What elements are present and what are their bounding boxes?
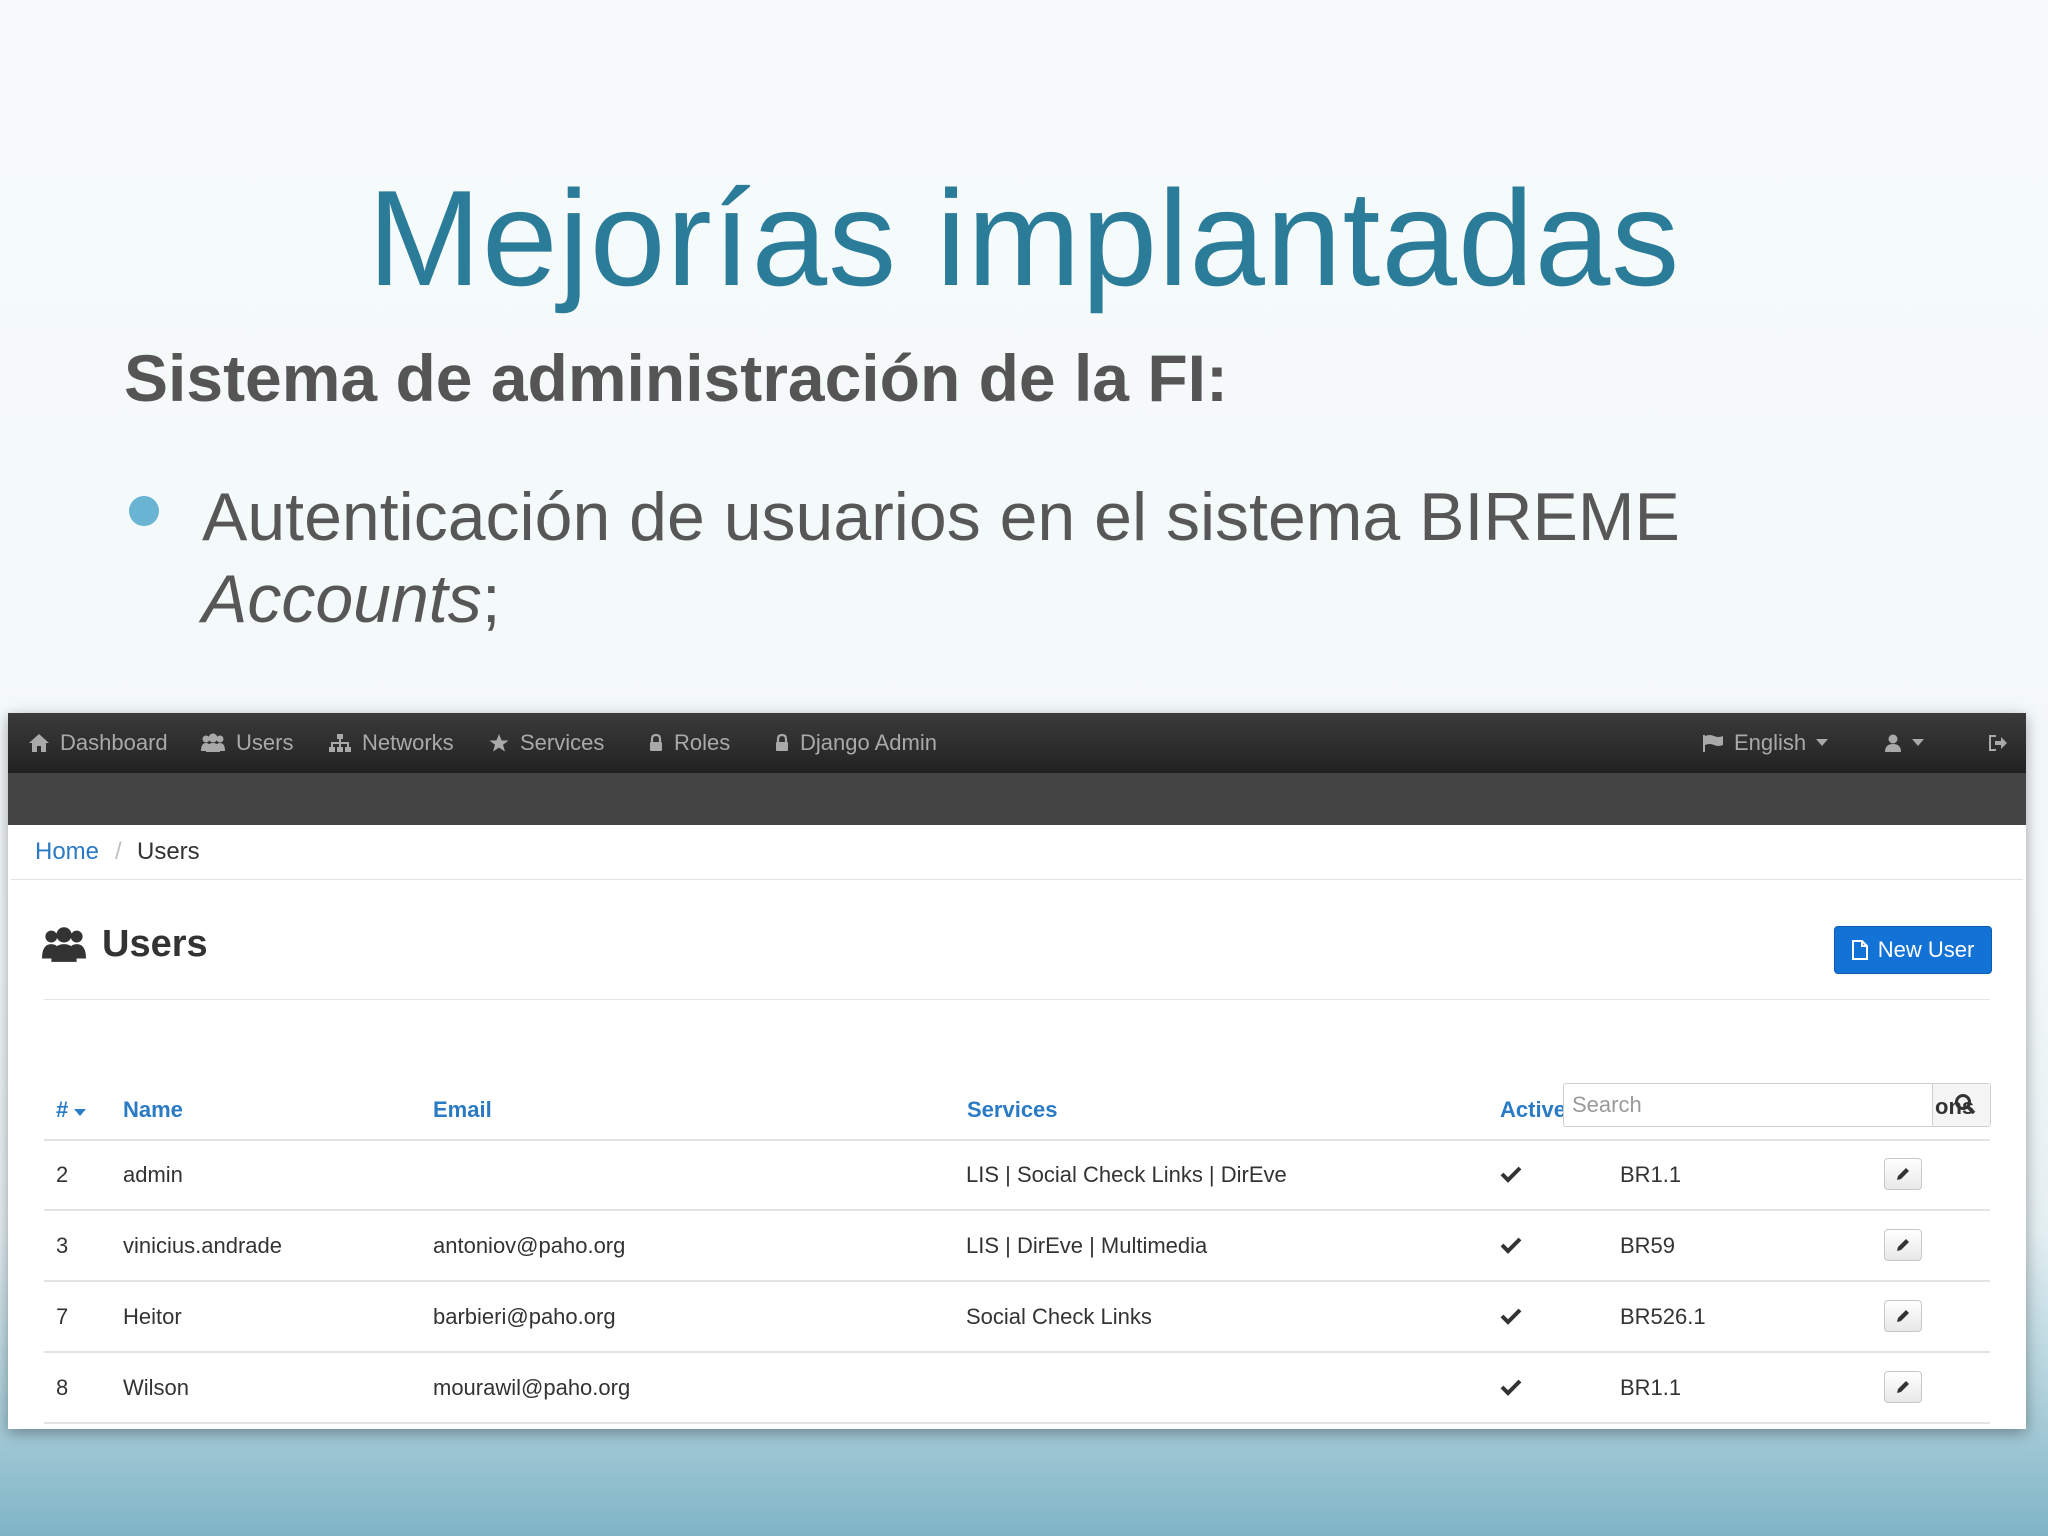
cell-name: vinicius.andrade xyxy=(123,1233,282,1258)
caret-down-icon xyxy=(1816,739,1829,746)
col-header-services[interactable]: Services xyxy=(967,1097,1058,1123)
col-header-active[interactable]: Active xyxy=(1500,1097,1566,1123)
edit-button[interactable] xyxy=(1884,1158,1922,1190)
check-icon xyxy=(1500,1237,1522,1254)
flag-icon xyxy=(1703,735,1723,752)
nav-dashboard-label: Dashboard xyxy=(60,730,168,755)
breadcrumb: Home / Users xyxy=(11,825,2023,880)
slide-subtitle: Sistema de administración de la FI: xyxy=(124,341,1228,415)
cell-cc: BR526.1 xyxy=(1620,1304,1706,1329)
breadcrumb-current: Users xyxy=(137,838,200,865)
row-divider xyxy=(44,1422,1990,1424)
language-dropdown[interactable]: English xyxy=(1702,713,1829,773)
nav-django-admin[interactable]: Django Admin xyxy=(774,713,937,773)
file-icon xyxy=(1851,940,1868,960)
check-icon xyxy=(1500,1308,1522,1325)
cell-name: admin xyxy=(123,1162,183,1187)
pencil-icon xyxy=(1897,1168,1909,1180)
cell-services: Social Check Links xyxy=(966,1304,1152,1329)
breadcrumb-separator: / xyxy=(115,838,122,865)
table-header-divider xyxy=(44,1139,1990,1141)
cell-id: 2 xyxy=(56,1162,69,1187)
col-header-email[interactable]: Email xyxy=(433,1097,492,1123)
breadcrumb-home-link[interactable]: Home xyxy=(35,838,99,866)
user-icon xyxy=(1885,734,1901,752)
pencil-icon xyxy=(1897,1310,1909,1322)
search-button[interactable]: ons xyxy=(1932,1084,1990,1126)
nav-roles[interactable]: Roles xyxy=(648,713,730,773)
col-header-name[interactable]: Name xyxy=(123,1097,183,1123)
users-icon xyxy=(42,926,86,962)
nav-users-label: Users xyxy=(236,730,294,755)
col-header-id[interactable]: # xyxy=(56,1097,87,1123)
nav-services-label: Services xyxy=(520,730,605,755)
cell-cc: BR1.1 xyxy=(1620,1162,1682,1187)
page-title: Users xyxy=(102,923,208,965)
col-header-id-label: # xyxy=(56,1097,69,1122)
sort-caret-icon xyxy=(74,1109,87,1116)
nav-roles-label: Roles xyxy=(674,730,731,755)
check-icon xyxy=(1500,1166,1522,1183)
edit-button[interactable] xyxy=(1884,1229,1922,1261)
bullet-dot xyxy=(129,496,159,526)
cell-email: mourawil@paho.org xyxy=(433,1375,631,1400)
home-icon xyxy=(29,734,49,752)
top-navbar: Dashboard Users Networks Services Roles … xyxy=(8,713,2026,773)
cell-email: antoniov@paho.org xyxy=(433,1233,626,1258)
bullet-text-italic: Accounts xyxy=(202,561,482,637)
bullet-text-end: ; xyxy=(481,561,501,637)
new-user-label: New User xyxy=(1877,937,1975,962)
search-icon xyxy=(1955,1094,1976,1115)
slide-title: Mejorías implantadas xyxy=(367,162,1681,314)
cell-name: Wilson xyxy=(123,1375,190,1400)
logout-button[interactable] xyxy=(1988,713,2008,773)
row-divider xyxy=(44,1209,1990,1211)
row-divider xyxy=(44,1280,1990,1282)
new-user-button[interactable]: New User xyxy=(1834,926,1992,974)
caret-down-icon xyxy=(1912,739,1924,746)
pencil-icon xyxy=(1897,1239,1909,1251)
cell-services: LIS | DirEve | Multimedia xyxy=(966,1233,1208,1258)
nav-users[interactable]: Users xyxy=(200,713,293,773)
edit-button[interactable] xyxy=(1884,1371,1922,1403)
users-icon xyxy=(201,733,225,752)
cell-services: LIS | Social Check Links | DirEve xyxy=(966,1162,1287,1187)
lock-icon xyxy=(776,733,788,751)
sign-out-icon xyxy=(1989,735,2007,751)
cell-cc: BR59 xyxy=(1620,1233,1676,1258)
lock-icon xyxy=(650,733,662,751)
language-label: English xyxy=(1734,730,1807,755)
cell-email: barbieri@paho.org xyxy=(433,1304,616,1329)
search-input[interactable] xyxy=(1564,1084,1924,1126)
cell-id: 7 xyxy=(56,1304,69,1329)
user-menu-dropdown[interactable] xyxy=(1884,713,1924,773)
page-header: Users xyxy=(42,923,208,966)
cell-name: Heitor xyxy=(123,1304,182,1329)
edit-button[interactable] xyxy=(1884,1300,1922,1332)
pencil-icon xyxy=(1897,1381,1909,1393)
star-icon xyxy=(489,734,509,752)
nav-networks[interactable]: Networks xyxy=(328,713,454,773)
cell-id: 3 xyxy=(56,1233,69,1258)
app-window: Dashboard Users Networks Services Roles … xyxy=(8,713,2026,1429)
search-box: ons xyxy=(1563,1083,1991,1127)
nav-networks-label: Networks xyxy=(362,730,454,755)
bullet-text: Autenticación de usuarios en el sistema … xyxy=(202,476,1902,640)
navbar-subbar xyxy=(8,773,2026,825)
check-icon xyxy=(1500,1379,1522,1396)
header-divider xyxy=(44,999,1990,1000)
cell-id: 8 xyxy=(56,1375,69,1400)
nav-dashboard[interactable]: Dashboard xyxy=(28,713,168,773)
sitemap-icon xyxy=(329,734,351,752)
nav-django-admin-label: Django Admin xyxy=(800,730,937,755)
cell-cc: BR1.1 xyxy=(1620,1375,1682,1400)
nav-services[interactable]: Services xyxy=(488,713,604,773)
bullet-text-main: Autenticación de usuarios en el sistema … xyxy=(202,479,1680,555)
row-divider xyxy=(44,1351,1990,1353)
